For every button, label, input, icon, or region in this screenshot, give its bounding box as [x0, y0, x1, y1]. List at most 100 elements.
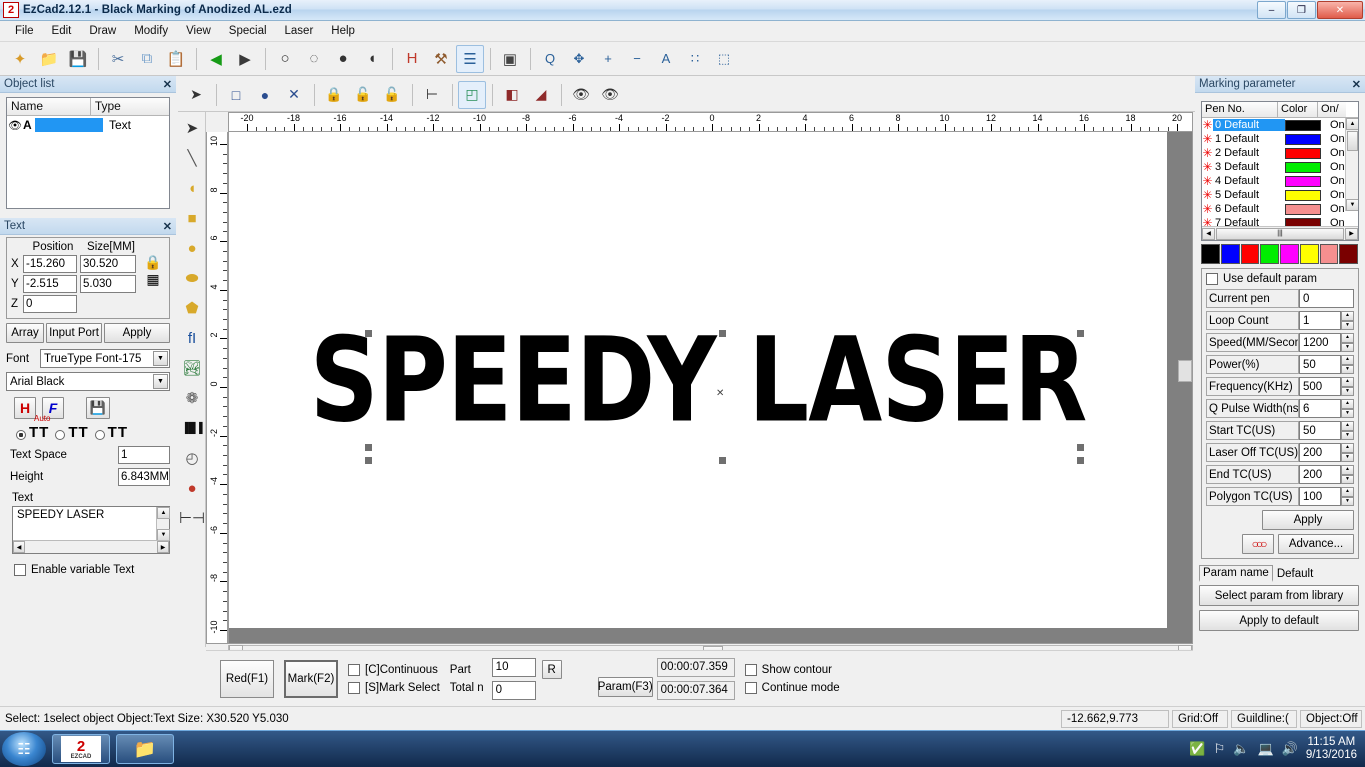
menu-item-laser[interactable]: Laser	[276, 23, 323, 39]
drawing-canvas[interactable]: SPEEDY LASER ✕	[228, 132, 1193, 644]
palette-swatch-4[interactable]	[1280, 244, 1299, 264]
stepper-down-icon[interactable]: ▼	[1341, 320, 1354, 330]
apply-to-default-button[interactable]: Apply to default	[1199, 610, 1359, 631]
scroll-right-icon[interactable]: ▶	[1345, 227, 1358, 240]
pen-color-swatch[interactable]	[1285, 203, 1321, 215]
total-count-input[interactable]: 0	[491, 680, 536, 700]
undo-icon[interactable]: ◀	[202, 45, 230, 73]
palette-swatch-1[interactable]	[1220, 244, 1240, 264]
param-stepper[interactable]: ▲ ▼	[1341, 333, 1354, 352]
chevron-down-icon[interactable]: ▼	[153, 374, 168, 389]
table-row[interactable]: ✳ 3 Default On	[1202, 160, 1358, 174]
param-name-tab[interactable]: Param name	[1199, 565, 1273, 582]
selection-handle[interactable]	[365, 330, 372, 337]
param-input[interactable]: 200	[1299, 465, 1341, 484]
param-input[interactable]: 1	[1299, 311, 1341, 330]
param-stepper[interactable]: ▲ ▼	[1341, 465, 1354, 484]
stepper-up-icon[interactable]: ▲	[1341, 421, 1354, 431]
mark-button[interactable]: Mark(F2)	[284, 659, 338, 698]
red-pointer-button[interactable]: Red(F1)	[220, 659, 274, 698]
artwork-text[interactable]: SPEEDY LASER	[310, 312, 1088, 449]
unlock-all-icon[interactable]: 🔓	[378, 81, 406, 109]
param-input[interactable]: 0	[1299, 289, 1354, 308]
volume-icon[interactable]: 🔊	[1282, 741, 1298, 757]
text-space-input[interactable]: 1	[118, 446, 170, 464]
stepper-down-icon[interactable]: ▼	[1341, 474, 1354, 484]
taskbar-item-explorer[interactable]: 📁	[116, 734, 174, 764]
textarea-vscroll[interactable]: ▲ ▼	[156, 507, 170, 541]
stepper-down-icon[interactable]: ▼	[1341, 430, 1354, 440]
anchor-grid-icon[interactable]: ▦	[146, 272, 159, 286]
tools-icon[interactable]: ⚒	[427, 45, 455, 73]
menu-item-edit[interactable]: Edit	[43, 23, 81, 39]
lock-icon[interactable]: 🔒	[144, 255, 161, 269]
stepper-up-icon[interactable]: ▲	[1341, 465, 1354, 475]
barcode-tool-icon[interactable]: ▐█▐	[178, 414, 206, 442]
selection-handle[interactable]	[1077, 457, 1084, 464]
close-button[interactable]: ✕	[1317, 1, 1363, 19]
hatch-icon[interactable]: H	[398, 45, 426, 73]
mirror-vertical-icon[interactable]: ◢	[527, 81, 555, 109]
param-stepper[interactable]: ▲ ▼	[1341, 355, 1354, 374]
canvas-scroll-thumb[interactable]	[1178, 360, 1192, 382]
equal-spacing-radio[interactable]	[55, 430, 66, 440]
font-name-select[interactable]: Arial Black ▼	[6, 372, 170, 391]
table-row[interactable]: ✳ 1 Default On	[1202, 132, 1358, 146]
stepper-up-icon[interactable]: ▲	[1341, 311, 1354, 321]
param-stepper[interactable]: ▲ ▼	[1341, 399, 1354, 418]
param-stepper[interactable]: ▲ ▼	[1341, 443, 1354, 462]
mark-select-checkbox[interactable]	[348, 681, 360, 694]
selection-handle[interactable]	[1077, 330, 1084, 337]
param-input[interactable]: 6	[1299, 399, 1341, 418]
textarea-hscroll[interactable]: ◀ ▶	[13, 540, 169, 553]
ungroup-icon[interactable]: ◌	[300, 45, 328, 73]
fixed-spacing-radio[interactable]	[94, 430, 105, 440]
pen-color-swatch[interactable]	[1285, 175, 1321, 187]
zoom-selected-icon[interactable]: ∷	[681, 45, 709, 73]
stepper-down-icon[interactable]: ▼	[1341, 364, 1354, 374]
zoom-in-icon[interactable]: +	[594, 45, 622, 73]
text-tool-icon[interactable]: fI	[178, 324, 206, 352]
scroll-thumb[interactable]: |||	[1216, 227, 1344, 240]
selection-handle[interactable]	[719, 330, 726, 337]
zoom-tool-icon[interactable]: Q	[536, 45, 564, 73]
selection-handle[interactable]	[365, 457, 372, 464]
open-icon[interactable]: 📁	[35, 45, 63, 73]
scroll-up-icon[interactable]: ▲	[1346, 118, 1358, 130]
zoom-out-icon[interactable]: −	[623, 45, 651, 73]
size-y-input[interactable]: 5.030	[80, 275, 136, 293]
selection-handle[interactable]	[1077, 444, 1084, 451]
paste-icon[interactable]: 📋	[162, 45, 190, 73]
color-palette[interactable]	[1201, 244, 1359, 264]
close-icon[interactable]: ✕	[1352, 78, 1361, 91]
stepper-up-icon[interactable]: ▲	[1341, 333, 1354, 343]
close-icon[interactable]: ✕	[163, 220, 172, 233]
enable-variable-text-checkbox[interactable]	[14, 564, 26, 576]
array-button[interactable]: Array	[6, 323, 44, 343]
scroll-right-icon[interactable]: ▶	[157, 541, 169, 553]
dimension-tool-icon[interactable]: ⊢⊣	[178, 504, 206, 532]
param-input[interactable]: 50	[1299, 421, 1341, 440]
circle-tool-icon[interactable]: ●	[178, 234, 206, 262]
param-input[interactable]: 100	[1299, 487, 1341, 506]
status-badge-guideline[interactable]: Guildline:(	[1231, 709, 1297, 728]
chevron-down-icon[interactable]: ▼	[153, 351, 168, 366]
node-edit-icon[interactable]: □	[222, 81, 250, 109]
maximize-button[interactable]: ❐	[1287, 1, 1316, 19]
combine-icon[interactable]: ●	[329, 45, 357, 73]
pen-color-swatch[interactable]	[1285, 161, 1321, 173]
select-arrow-icon[interactable]: ➤	[182, 81, 210, 109]
stepper-up-icon[interactable]: ▲	[1341, 399, 1354, 409]
pick-tool-icon[interactable]: ➤	[178, 114, 206, 142]
palette-swatch-0[interactable]	[1201, 244, 1220, 264]
taskbar-clock[interactable]: 11:15 AM 9/13/2016	[1306, 736, 1357, 762]
color-layers-icon[interactable]: ◰	[458, 80, 486, 109]
status-badge-grid[interactable]: Grid:Off	[1172, 709, 1228, 728]
menu-item-special[interactable]: Special	[220, 23, 276, 39]
workpiece-paper[interactable]: SPEEDY LASER ✕	[229, 132, 1167, 628]
stepper-down-icon[interactable]: ▼	[1341, 342, 1354, 352]
text-object[interactable]: SPEEDY LASER	[229, 132, 1167, 628]
status-badge-object[interactable]: Object:Off	[1300, 709, 1362, 728]
param-f3-button[interactable]: Param(F3)	[597, 677, 653, 697]
select-param-library-button[interactable]: Select param from library	[1199, 585, 1359, 606]
